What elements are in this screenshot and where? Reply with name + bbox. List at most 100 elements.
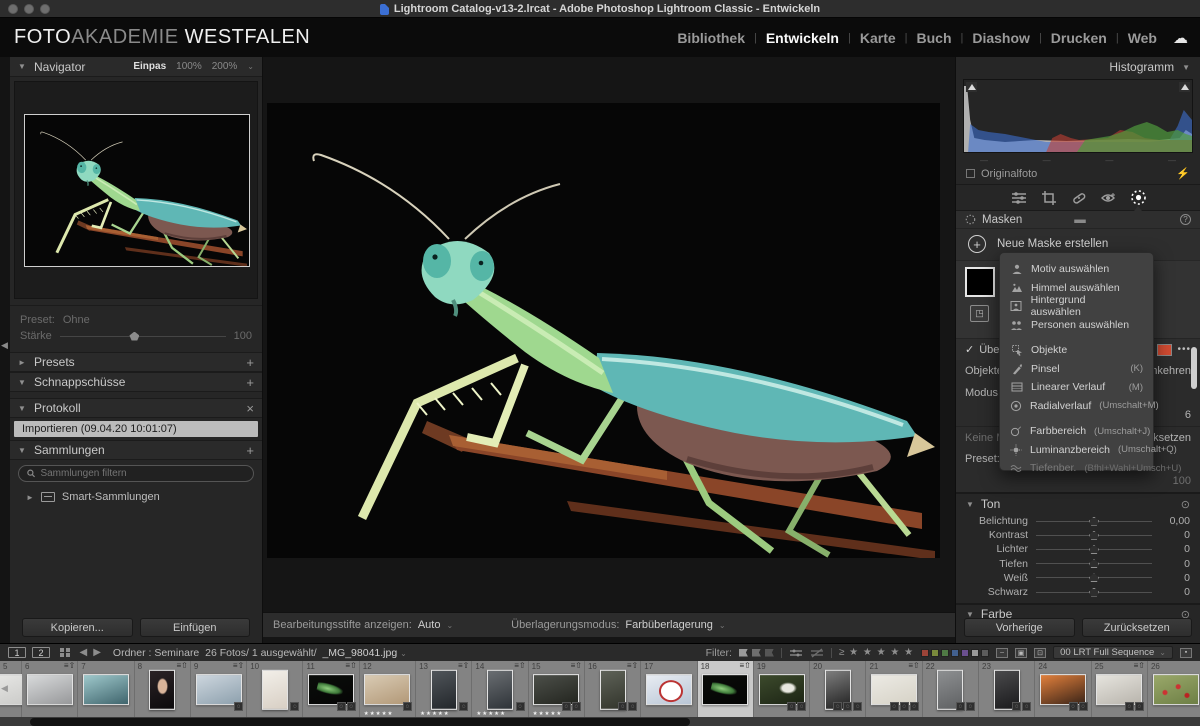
filmstrip-scroll-left-icon[interactable]: ◀ [1,683,8,694]
pins-dropdown[interactable]: Auto [418,619,441,631]
photo-thumbnail[interactable] [1040,674,1086,705]
photo-thumbnail[interactable] [431,670,457,710]
module-tab-bibliothek[interactable]: Bibliothek [677,30,745,46]
previous-button[interactable]: Vorherige [964,618,1075,637]
slider-thumb[interactable] [1089,517,1099,526]
slider-track[interactable] [1036,577,1152,578]
filmstrip-cell-24[interactable]: 24 [1035,661,1091,717]
photo-thumbnail[interactable] [871,674,917,705]
photo-thumbnail[interactable] [149,670,175,710]
slider-track[interactable] [1036,592,1152,593]
filter-switch-button[interactable]: ▣ [1015,648,1027,658]
photo-thumbnail[interactable] [702,674,748,705]
module-tab-drucken[interactable]: Drucken [1051,30,1107,46]
mask-menu-item-background[interactable]: Hintergrund auswählen [1000,297,1153,316]
filmstrip-cell-16[interactable]: 16 ≡⇧ [585,661,641,717]
adjust-icon[interactable] [1010,190,1028,206]
mask-menu-item-radial[interactable]: Radialverlauf (Umschalt+M) [1000,397,1153,416]
photo-thumbnail[interactable] [262,670,288,710]
mask-menu-item-people[interactable]: Personen auswählen [1000,316,1153,335]
copy-button[interactable]: Kopieren... [22,618,133,637]
left-panel-collapse-icon[interactable]: ◀ [1,340,8,351]
flag-pick-icon[interactable] [739,649,748,657]
back-arrow-icon[interactable]: ◀ [80,647,88,658]
filmstrip-cell-6[interactable]: 6 ≡⇧ [22,661,78,717]
module-tab-karte[interactable]: Karte [860,30,896,46]
overlay-color-swatch[interactable] [1157,344,1172,356]
add-collection-icon[interactable]: + [246,443,254,458]
filmstrip-cell-14[interactable]: 14 ≡⇧ ★★★★★ [472,661,528,717]
mask-object-icon[interactable]: ◳ [970,305,989,322]
filmstrip-cell-22[interactable]: 22 [923,661,979,717]
paste-button[interactable]: Einfügen [140,618,251,637]
zoom-200-button[interactable]: 200% [212,61,238,72]
clear-history-icon[interactable]: × [246,401,254,416]
mask-menu-item-colorrange[interactable]: Farbbereich (Umschalt+J) [1000,422,1153,441]
mask-menu-item-subject[interactable]: Motiv auswählen [1000,260,1153,279]
masking-icon[interactable] [1130,189,1147,206]
develop-canvas[interactable] [263,57,955,612]
mask-menu-item-luminance[interactable]: Luminanzbereich (Umschalt+Q) [1000,441,1153,460]
mask-menu-item-brush[interactable]: Pinsel (K) [1000,360,1153,379]
strength-slider[interactable] [60,336,226,337]
redeye-icon[interactable] [1100,191,1117,205]
module-tab-web[interactable]: Web [1128,30,1157,46]
photo-thumbnail[interactable] [1153,674,1199,705]
filmstrip-cell-26[interactable]: 26 [1148,661,1200,717]
slider-thumb[interactable] [1089,588,1099,597]
histogram[interactable] [963,79,1193,153]
grid-view-icon[interactable] [60,648,70,658]
navigator-header[interactable]: ▼ Navigator Einpas 100% 200% ⌄ [10,57,262,77]
flag-reject-icon[interactable] [765,649,774,657]
slider-thumb[interactable] [1089,573,1099,582]
filmstrip-cell-25[interactable]: 25 ≡⇧ [1092,661,1148,717]
snapshots-section-header[interactable]: ▼ Schnappschüsse + [10,372,262,392]
slider-track[interactable] [1036,521,1152,522]
filmstrip-source[interactable]: Ordner : Seminare 26 Fotos/ 1 ausgewählt… [113,647,407,659]
color-label-chip[interactable] [941,649,949,657]
add-snapshot-icon[interactable]: + [246,375,254,390]
filmstrip-cell-9[interactable]: 9 ≡⇧ [191,661,247,717]
filter-custom-button[interactable]: ⊡ [1034,648,1046,658]
filmstrip-cell-18[interactable]: 18 ≡⇧ [698,661,754,717]
overlay-checkbox[interactable]: ✓ [965,343,974,356]
photo-thumbnail[interactable] [83,674,129,705]
star-rating-filter[interactable]: ≥ ★ ★ ★ ★ ★ [839,647,914,658]
mask-menu-item-depth[interactable]: Tiefenber. (Bfhl+Wahl+Umsch+U) [1000,459,1153,478]
filmstrip-cell-17[interactable]: 17 [641,661,697,717]
color-label-chip[interactable] [971,649,979,657]
slider-thumb[interactable] [1089,531,1099,540]
module-tab-diashow[interactable]: Diashow [972,30,1030,46]
filter-lock-button[interactable]: – [996,648,1008,658]
photo-thumbnail[interactable] [1096,674,1142,705]
flash-icon[interactable]: ⚡ [1176,167,1190,180]
tone-header[interactable]: ▼ Ton ⊙ [956,494,1200,514]
flag-filters[interactable] [739,649,774,657]
collections-search[interactable] [18,465,254,482]
scrollbar-thumb[interactable] [30,718,690,726]
smart-collections-item[interactable]: ► Smart-Sammlungen [10,487,262,507]
forward-arrow-icon[interactable]: ▶ [93,647,101,658]
edited-filter-icon[interactable] [789,648,803,658]
histogram-header[interactable]: Histogramm ▼ [956,57,1200,77]
right-panel-scrollbar[interactable] [1191,347,1197,389]
highlight-clipping-icon[interactable] [1179,82,1190,92]
photo-thumbnail[interactable] [759,674,805,705]
mask-menu-item-linear[interactable]: Linearer Verlauf (M) [1000,378,1153,397]
filmstrip-cell-23[interactable]: 23 [979,661,1035,717]
navigator-preview[interactable] [14,81,258,299]
photo-thumbnail[interactable] [196,674,242,705]
photo-thumbnail[interactable] [646,674,692,705]
reset-button[interactable]: Zurücksetzen [1082,618,1193,637]
help-icon[interactable]: ? [1180,214,1191,225]
zoom-dropdown-icon[interactable]: ⌄ [247,62,254,71]
more-options-icon[interactable]: ••• [1177,344,1191,355]
color-label-chip[interactable] [921,649,929,657]
collections-section-header[interactable]: ▼ Sammlungen + [10,440,262,460]
overlay-mode-dropdown[interactable]: Farbüberlagerung [625,619,712,631]
mask-thumbnail[interactable] [965,267,995,297]
primary-window-button[interactable]: 1 [8,647,26,658]
zoom-100-button[interactable]: 100% [176,61,202,72]
history-item-import[interactable]: Importieren (09.04.20 10:01:07) [14,421,258,437]
add-preset-icon[interactable]: + [246,355,254,370]
